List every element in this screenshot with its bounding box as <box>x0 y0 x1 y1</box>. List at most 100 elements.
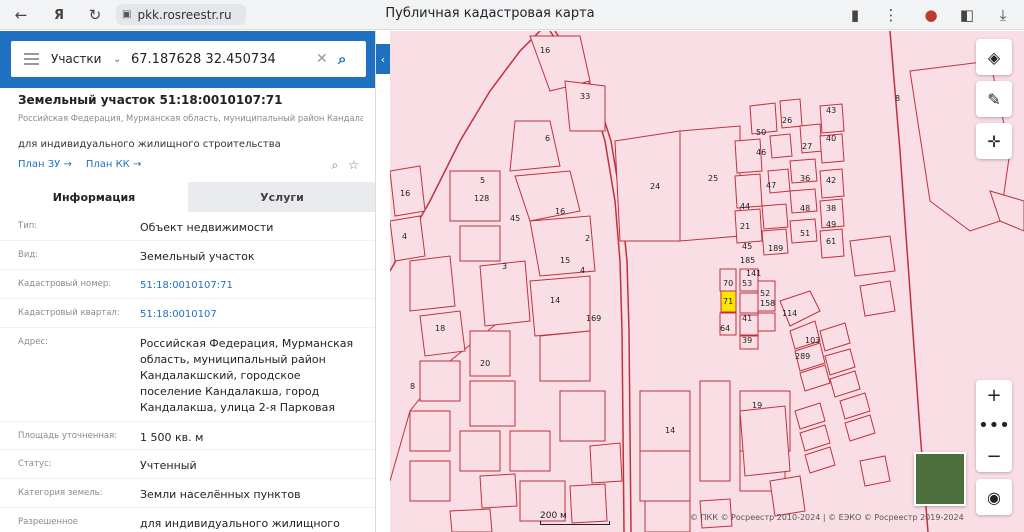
object-actions: ⌕ ☆ <box>332 158 360 173</box>
svg-text:2: 2 <box>585 234 590 243</box>
field-row: Категория земель: Земли населённых пункт… <box>0 479 375 508</box>
field-row: Статус: Учтенный <box>0 450 375 479</box>
search-bar: Участки ⌄ 67.187628 32.450734 ✕ ⌕ <box>0 31 375 88</box>
svg-text:8: 8 <box>410 382 415 391</box>
plan-kk-link[interactable]: План КК → <box>86 159 142 170</box>
svg-text:5: 5 <box>480 176 485 185</box>
svg-text:128: 128 <box>474 194 489 203</box>
field-label: Категория земель: <box>18 488 103 498</box>
scale-bar: 200 м <box>540 511 610 525</box>
zoom-in-button[interactable]: + <box>976 380 1012 411</box>
field-value: Земельный участок <box>140 250 255 263</box>
basemap-thumbnail[interactable] <box>914 452 966 506</box>
tab-services[interactable]: Услуги <box>188 182 375 212</box>
locate-button[interactable]: ✛ <box>976 123 1012 159</box>
field-label: Статус: <box>18 459 52 469</box>
svg-text:114: 114 <box>782 309 797 318</box>
more-icon[interactable]: ⋮ <box>880 4 902 26</box>
search-in-area-icon[interactable]: ⌕ <box>332 158 339 173</box>
ruler-icon: ✎ <box>987 89 1001 109</box>
search-type-select[interactable]: Участки <box>51 52 113 66</box>
zoom-out-button[interactable]: − <box>976 441 1012 472</box>
star-icon[interactable]: ☆ <box>348 158 359 173</box>
field-value: Учтенный <box>140 459 197 472</box>
info-panel: Участки ⌄ 67.187628 32.450734 ✕ ⌕ Земель… <box>0 31 376 532</box>
field-label: Адрес: <box>18 337 48 347</box>
svg-text:25: 25 <box>708 174 718 183</box>
object-title: Земельный участок 51:18:0010107:71 <box>18 93 283 107</box>
svg-text:141: 141 <box>746 269 761 278</box>
search-input[interactable]: 67.187628 32.450734 <box>131 52 316 67</box>
ruler-button[interactable]: ✎ <box>976 81 1012 117</box>
svg-text:289: 289 <box>795 352 810 361</box>
svg-text:50: 50 <box>756 128 766 137</box>
svg-text:42: 42 <box>826 176 836 185</box>
svg-text:43: 43 <box>826 106 836 115</box>
menu-icon[interactable] <box>11 53 51 65</box>
svg-text:16: 16 <box>555 207 565 216</box>
field-value: 1 500 кв. м <box>140 431 204 444</box>
svg-text:51: 51 <box>800 229 810 238</box>
url-text: pkk.rosreestr.ru <box>137 7 232 22</box>
bookmark-icon[interactable]: ▮ <box>844 4 866 26</box>
search-box: Участки ⌄ 67.187628 32.450734 ✕ ⌕ <box>11 41 366 77</box>
svg-text:169: 169 <box>586 314 601 323</box>
plan-zu-link[interactable]: План ЗУ → <box>18 159 72 170</box>
more-button[interactable]: ••• <box>976 411 1012 442</box>
svg-text:6: 6 <box>545 134 550 143</box>
clear-icon[interactable]: ✕ <box>316 51 338 67</box>
download-icon[interactable]: ⤓ <box>992 4 1014 26</box>
object-address: Российская Федерация, Мурманская область… <box>18 113 363 123</box>
browser-toolbar: ← Я ↻ ▣ pkk.rosreestr.ru Публичная кадас… <box>0 0 1024 30</box>
tab-info[interactable]: Информация <box>0 182 188 212</box>
svg-text:16: 16 <box>400 189 410 198</box>
field-row: Разрешенное для индивидуального жилищног… <box>0 508 375 532</box>
svg-text:38: 38 <box>826 204 836 213</box>
chevron-down-icon[interactable]: ⌄ <box>113 54 131 65</box>
layers-icon: ◈ <box>987 47 1001 67</box>
svg-text:45: 45 <box>742 242 752 251</box>
cadastral-number-link[interactable]: 51:18:0010107:71 <box>140 278 360 294</box>
svg-text:36: 36 <box>800 174 810 183</box>
svg-text:26: 26 <box>782 116 792 125</box>
collections-icon[interactable]: ◧ <box>956 4 978 26</box>
field-label: Кадастровый квартал: <box>18 308 120 318</box>
svg-text:48: 48 <box>800 204 810 213</box>
collapse-panel-button[interactable]: ‹ <box>376 44 390 74</box>
svg-text:24: 24 <box>650 182 660 191</box>
svg-text:40: 40 <box>826 134 836 143</box>
search-icon[interactable]: ⌕ <box>338 50 366 68</box>
svg-text:103: 103 <box>805 336 820 345</box>
field-row: Площадь уточненная: 1 500 кв. м <box>0 422 375 450</box>
reload-icon[interactable]: ↻ <box>84 4 106 26</box>
field-row: Вид: Земельный участок <box>0 241 375 270</box>
svg-text:4: 4 <box>580 266 585 275</box>
field-value: Земли населённых пунктов <box>140 488 301 501</box>
crosshair-icon: ✛ <box>987 131 1001 151</box>
yandex-icon[interactable]: Я <box>48 4 70 26</box>
page-title: Публичная кадастровая карта <box>385 6 595 21</box>
back-icon[interactable]: ← <box>10 4 32 26</box>
svg-text:3: 3 <box>502 262 507 271</box>
svg-text:189: 189 <box>768 244 783 253</box>
svg-text:4: 4 <box>402 232 407 241</box>
svg-text:15: 15 <box>560 256 570 265</box>
svg-text:14: 14 <box>550 296 560 305</box>
svg-text:64: 64 <box>720 324 730 333</box>
field-row: Адрес: Российская Федерация, Мурманская … <box>0 328 375 422</box>
cadastral-quarter-link[interactable]: 51:18:0010107 <box>140 307 360 323</box>
cadastral-map[interactable]: 16 33 6 24 25 8 5 128 45 16 15 2 4 3 14 169 18 8 20 1… <box>390 31 1024 532</box>
alice-icon[interactable]: ● <box>920 4 942 26</box>
compass-button[interactable]: ◉ <box>976 479 1012 515</box>
svg-text:33: 33 <box>580 92 590 101</box>
svg-text:71: 71 <box>723 297 733 306</box>
attribute-list: Тип: Объект недвижимости Вид: Земельный … <box>0 212 375 532</box>
address-bar[interactable]: ▣ pkk.rosreestr.ru <box>116 4 246 25</box>
svg-text:53: 53 <box>742 279 752 288</box>
zoom-controls: + ••• − <box>976 380 1012 472</box>
svg-text:27: 27 <box>802 142 812 151</box>
layers-button[interactable]: ◈ <box>976 39 1012 75</box>
compass-icon: ◉ <box>987 487 1001 507</box>
svg-text:47: 47 <box>766 181 776 190</box>
svg-text:45: 45 <box>510 214 520 223</box>
